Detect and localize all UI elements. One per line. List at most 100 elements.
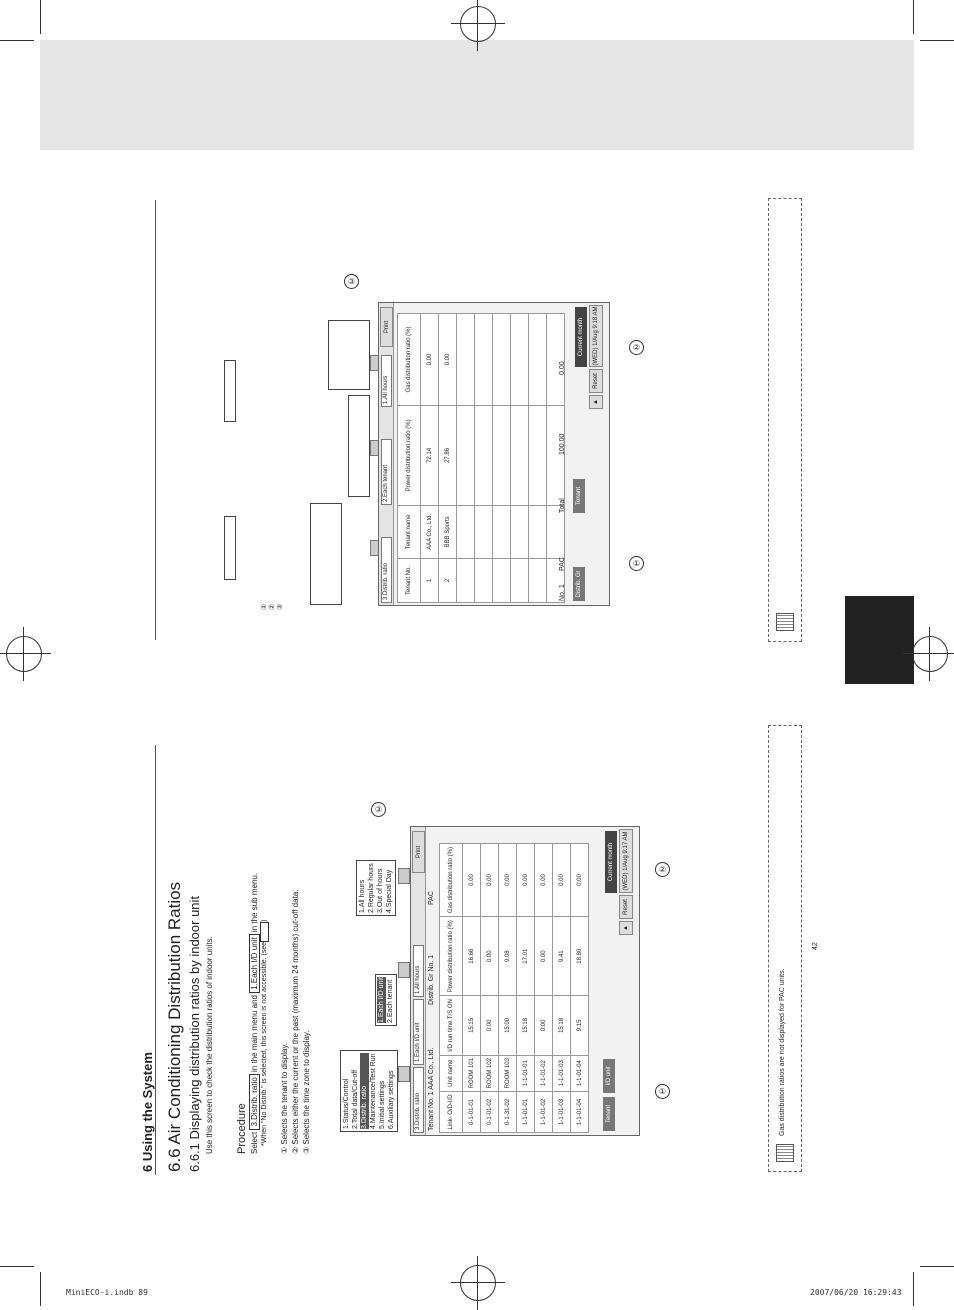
footer-right: 2007/06/20 16:29:43 bbox=[810, 1288, 902, 1297]
note-text: Gas distribution ratios are not displaye… bbox=[779, 968, 786, 1136]
reset-button[interactable]: Reset bbox=[589, 369, 603, 393]
footer-no: No. 1 bbox=[559, 584, 566, 601]
table-row: ​ bbox=[528, 313, 547, 603]
note-box: Gas distribution ratios are not displaye… bbox=[768, 725, 802, 1172]
note-box bbox=[768, 198, 802, 642]
section-heading: 6 Using the System bbox=[140, 1052, 155, 1172]
col-header: Power distribution ratio (%) bbox=[439, 916, 463, 996]
distrib-dropdown[interactable]: 3.Distrib. ratio bbox=[381, 537, 392, 603]
total-gas: 0.00 bbox=[559, 361, 566, 375]
table-row: 1-1-01-01 1-1-01-01 15:18 17.01 0.00 bbox=[516, 843, 535, 1133]
distrib-dropdown[interactable]: 3.Distrib. ratio bbox=[413, 1067, 424, 1133]
page-ref-box bbox=[260, 921, 269, 942]
callout-2: ② bbox=[655, 862, 670, 877]
hours-dropdown[interactable]: 1.All hours bbox=[413, 945, 424, 997]
menu-ref-each-iou: 1.Each I/D unit bbox=[249, 934, 260, 993]
crop-mark bbox=[920, 40, 954, 41]
hours-dropdown[interactable]: 1.All hours bbox=[381, 355, 392, 407]
main-menu-item[interactable]: 6.Auxiliary settings bbox=[387, 1054, 396, 1129]
print-button[interactable]: Print bbox=[380, 307, 393, 347]
sub-menu-popup: 1.Each I/D unit 2.Each tenant bbox=[375, 974, 397, 1026]
reset-button[interactable]: Reset bbox=[619, 895, 633, 919]
procedure-line: Select 3.Distrib. ratio in the main menu… bbox=[249, 872, 260, 1154]
main-menu-item-selected[interactable]: 3.Distrib. ratio bbox=[360, 1053, 369, 1129]
step-3: ③ Selects the time zone to display. bbox=[302, 1030, 311, 1154]
month-dropdown[interactable]: Current month bbox=[605, 831, 617, 893]
popup-outline bbox=[328, 320, 370, 390]
screen-each-tenant: 3.Distrib. ratio 2.Each tenant 1.All hou… bbox=[378, 302, 610, 606]
tenant-dropdown[interactable]: 2.Each tenant bbox=[381, 439, 392, 505]
col-header: I/D run time T/S ON bbox=[439, 995, 463, 1056]
col-header: Gas distribution ratio (%) bbox=[439, 843, 463, 917]
table-row: ​ bbox=[510, 313, 529, 603]
scroll-up-button[interactable]: ▲ bbox=[619, 921, 633, 935]
sub-menu-item-selected[interactable]: 1.Each I/D unit bbox=[377, 977, 386, 1023]
page-number: 42 bbox=[812, 942, 819, 950]
screen-each-iou: 3.Distrib. ratio 1.Each I/D unit 1.All h… bbox=[410, 826, 640, 1136]
callout-2: ② bbox=[629, 340, 644, 355]
col-header: Power distribution ratio (%) bbox=[397, 405, 421, 506]
time-menu-item[interactable]: 3.Out of hours bbox=[376, 863, 385, 913]
step-2: ② Selects either the current or the past… bbox=[291, 889, 300, 1154]
main-menu-item[interactable]: 2.Total data/Cut-off bbox=[351, 1054, 360, 1129]
time-menu-item[interactable]: 1.All hours bbox=[358, 863, 367, 913]
table-row: 0-1-31-02 ROOM 103 15:00 9.08 0.00 bbox=[498, 843, 517, 1133]
legend-2: ② bbox=[269, 603, 276, 610]
callout-3: ③ bbox=[371, 802, 386, 817]
distrib-group-button[interactable]: Distrib. Gr bbox=[573, 567, 585, 601]
table-row: 1 AAA Co., Ltd. 72.14 0.00 bbox=[420, 313, 439, 603]
iou-button[interactable]: I/D unit bbox=[603, 1059, 615, 1093]
crop-mark bbox=[913, 1272, 914, 1306]
month-dropdown[interactable]: Current month bbox=[575, 307, 587, 367]
lower-page-text: 6 Using the System 6.6 Air Conditioning … bbox=[140, 873, 311, 1172]
header-band bbox=[40, 40, 914, 150]
time-menu-item[interactable]: 4.Special Day bbox=[385, 863, 394, 913]
table-row: ​ bbox=[456, 313, 475, 603]
label-box bbox=[224, 360, 236, 422]
main-menu-item[interactable]: 4.Maintenance/Test Run bbox=[369, 1054, 378, 1130]
table-row: 2 BBB Sports 27.86 0.00 bbox=[438, 313, 457, 603]
arrow-marker bbox=[398, 868, 410, 884]
print-button[interactable]: Print bbox=[412, 831, 425, 873]
callout-3: ③ bbox=[344, 274, 359, 289]
arrow-marker bbox=[398, 962, 410, 978]
popup-outline bbox=[310, 503, 342, 605]
page-rule bbox=[155, 200, 156, 640]
crop-mark bbox=[40, 1272, 41, 1306]
popup-outline bbox=[348, 395, 370, 497]
time-menu-popup: 1.All hours 2.Regular hours 3.Out of hou… bbox=[356, 860, 396, 916]
note-icon bbox=[776, 1144, 794, 1162]
main-menu-item[interactable]: 1.Status/Control bbox=[342, 1054, 351, 1129]
crop-mark bbox=[40, 0, 41, 34]
upper-callout-legend: ① ② ③ bbox=[260, 604, 284, 610]
crop-mark bbox=[913, 0, 914, 34]
menu-ref-distrib: 3.Distrib. ratio bbox=[249, 1074, 260, 1130]
col-header: Gas distribution ratio (%) bbox=[397, 313, 421, 406]
footer-pac: PAC bbox=[559, 557, 566, 571]
procedure-note: *When "No Distrib." is selected, this sc… bbox=[260, 919, 269, 1146]
legend-1: ① bbox=[261, 603, 268, 610]
callout-1: ① bbox=[629, 556, 644, 571]
tenant-button[interactable]: Tenant bbox=[573, 479, 585, 513]
main-menu-item[interactable]: 5.Initial settings bbox=[378, 1054, 387, 1129]
col-header: Link- O/D-I/D bbox=[439, 1091, 463, 1133]
time-menu-item[interactable]: 2.Regular hours bbox=[367, 863, 376, 913]
label-box bbox=[224, 516, 236, 580]
crop-mark bbox=[920, 1266, 954, 1267]
page-subtitle: 6.6.1 Displaying distribution ratios by … bbox=[187, 895, 202, 1172]
crop-mark bbox=[0, 1266, 34, 1267]
intro-text: Use this screen to check the distributio… bbox=[205, 936, 214, 1154]
registration-mark bbox=[0, 627, 51, 681]
scroll-up-button[interactable]: ▲ bbox=[589, 395, 603, 409]
clock-display: (WED) 1/Aug 9:17 AM bbox=[619, 829, 633, 893]
step-1: ① Selects the tenant to display. bbox=[280, 1042, 289, 1154]
iou-table: Link- O/D-I/D Unit name I/D run time T/S… bbox=[439, 843, 589, 1133]
callout-1: ① bbox=[655, 1084, 670, 1099]
crop-mark bbox=[0, 40, 34, 41]
tenant-button[interactable]: Tenant bbox=[603, 1097, 615, 1131]
group-line: Distrib. Gr No. 1 bbox=[428, 954, 435, 1005]
registration-mark bbox=[903, 627, 954, 681]
table-row: ​ bbox=[474, 313, 493, 603]
sub-menu-item[interactable]: 2.Each tenant bbox=[386, 977, 395, 1023]
unit-dropdown[interactable]: 1.Each I/D unit bbox=[413, 999, 424, 1065]
